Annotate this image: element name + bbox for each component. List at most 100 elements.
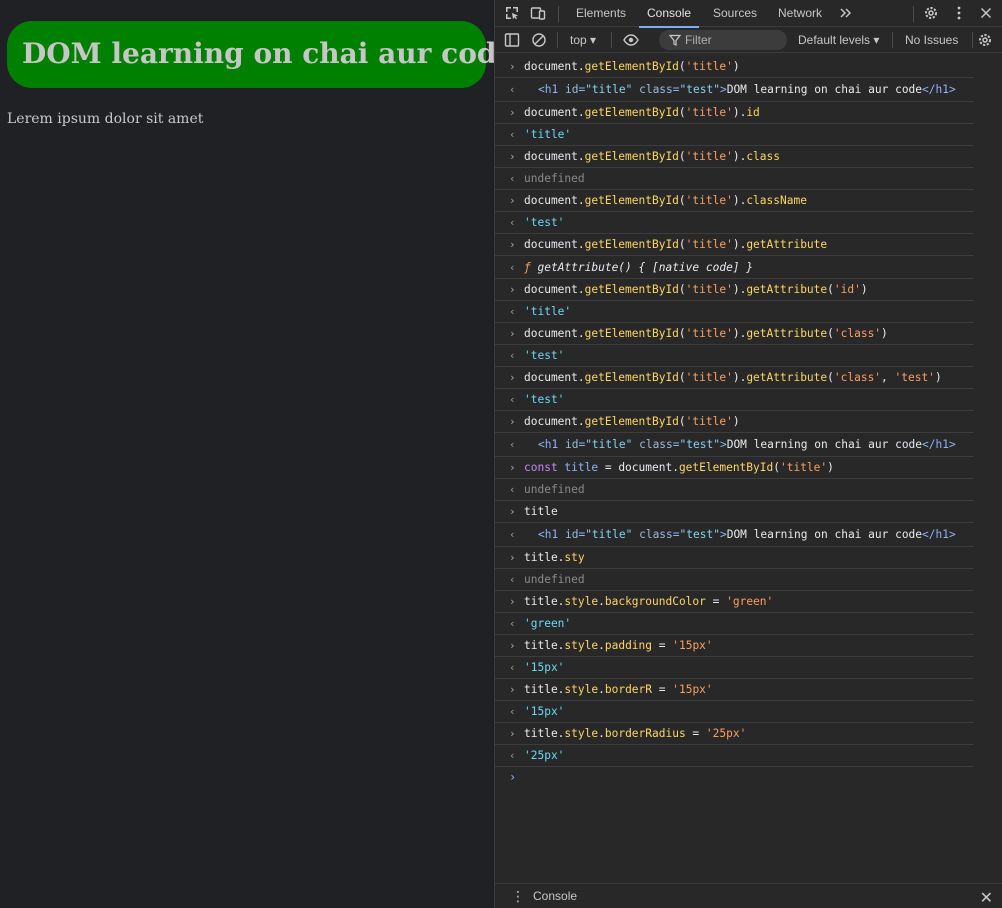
console-input-row: › document.getElementById('title') bbox=[495, 411, 974, 433]
console-code: undefined bbox=[524, 483, 585, 496]
tab-network[interactable]: Network bbox=[778, 0, 822, 27]
console-code: title.sty bbox=[524, 551, 585, 564]
clear-console-icon[interactable] bbox=[531, 32, 547, 48]
console-log: › document.getElementById('title') ‹ <h1 id… bbox=[495, 56, 1002, 789]
console-prompt[interactable]: › bbox=[495, 767, 974, 789]
console-code: document.getElementById('title') bbox=[524, 60, 740, 73]
output-arrow-icon: ‹ bbox=[509, 617, 516, 630]
console-code: title bbox=[524, 505, 558, 518]
console-code: 'title' bbox=[524, 305, 572, 318]
console-code: title.style.backgroundColor = 'green' bbox=[524, 595, 774, 608]
input-prompt-icon: › bbox=[509, 683, 516, 696]
console-output-row: ‹ '25px' bbox=[495, 745, 974, 767]
output-arrow-icon: ‹ bbox=[509, 305, 516, 318]
input-prompt-icon: › bbox=[509, 415, 516, 428]
console-code: 'title' bbox=[524, 128, 572, 141]
filter-input[interactable] bbox=[685, 30, 781, 50]
input-prompt-icon: › bbox=[509, 461, 516, 474]
tab-elements[interactable]: Elements bbox=[576, 0, 626, 27]
console-code: document.getElementById('title').getAttr… bbox=[524, 327, 888, 340]
console-input-row: › document.getElementById('title') bbox=[495, 56, 974, 78]
console-toolbar: top ▾ Default levels ▾ No Issues bbox=[495, 28, 1002, 53]
devtools-tabbar: Elements Console Sources Network bbox=[495, 0, 1002, 28]
console-settings-gear-icon[interactable] bbox=[977, 32, 993, 48]
console-code: undefined bbox=[524, 573, 585, 586]
filter-icon bbox=[669, 34, 681, 46]
page-heading: DOM learning on chai aur code bbox=[7, 21, 514, 88]
log-levels-dropdown[interactable]: Default levels ▾ bbox=[798, 28, 879, 53]
drawer-tab-console[interactable]: Console bbox=[533, 884, 577, 908]
console-output-row: ‹ undefined bbox=[495, 168, 974, 190]
page-paragraph: Lerem ipsum dolor sit amet bbox=[7, 111, 204, 127]
drawer-menu-icon[interactable]: ⋮ bbox=[511, 889, 525, 905]
console-output-row[interactable]: ‹ <h1 id="title" class="test">DOM learnin… bbox=[495, 433, 974, 457]
console-code: document.getElementById('title').id bbox=[524, 106, 760, 119]
console-input-row: › document.getElementById('title').getAtt… bbox=[495, 234, 974, 256]
input-prompt-icon: › bbox=[509, 150, 516, 163]
input-prompt-icon: › bbox=[509, 727, 516, 740]
console-input-row: › title.style.backgroundColor = 'green' bbox=[495, 591, 974, 613]
console-code: <h1 id="title" class="test">DOM learning… bbox=[538, 528, 956, 541]
output-arrow-icon: ‹ bbox=[509, 128, 516, 141]
device-toolbar-icon[interactable] bbox=[530, 5, 546, 21]
output-arrow-icon: ‹ bbox=[509, 573, 516, 586]
console-output-row: ‹ ƒ getAttribute() { [native code] } bbox=[495, 256, 974, 279]
devtools-panel: Elements Console Sources Network top ▾ F… bbox=[494, 0, 1002, 908]
console-code: document.getElementById('title').getAttr… bbox=[524, 371, 942, 384]
output-arrow-icon: ‹ bbox=[509, 483, 516, 496]
console-input-row: › document.getElementById('title').getAtt… bbox=[495, 367, 974, 389]
tab-sources[interactable]: Sources bbox=[713, 0, 757, 27]
console-code: title.style.borderRadius = '25px' bbox=[524, 727, 747, 740]
output-arrow-icon: ‹ bbox=[509, 749, 516, 762]
input-prompt-icon: › bbox=[509, 194, 516, 207]
output-arrow-icon: ‹ bbox=[509, 216, 516, 229]
console-output-row: ‹ undefined bbox=[495, 569, 974, 591]
console-output-row: ‹ '15px' bbox=[495, 701, 974, 723]
output-arrow-icon: ‹ bbox=[509, 261, 516, 274]
input-prompt-icon: › bbox=[509, 106, 516, 119]
console-output-row: ‹ 'title' bbox=[495, 124, 974, 146]
console-input-row: › title.sty bbox=[495, 547, 974, 569]
live-expression-eye-icon[interactable] bbox=[623, 32, 639, 48]
tab-console[interactable]: Console bbox=[638, 0, 700, 28]
filter-box bbox=[659, 30, 787, 50]
console-output-row[interactable]: ‹ <h1 id="title" class="test">DOM learnin… bbox=[495, 78, 974, 102]
console-code: document.getElementById('title') bbox=[524, 415, 740, 428]
context-selector[interactable]: top ▾ bbox=[570, 28, 596, 53]
console-code: document.getElementById('title').getAttr… bbox=[524, 238, 828, 251]
console-output-row[interactable]: ‹ <h1 id="title" class="test">DOM learnin… bbox=[495, 523, 974, 547]
console-code: '15px' bbox=[524, 661, 565, 674]
console-output-row: ‹ undefined bbox=[495, 479, 974, 501]
output-arrow-icon: ‹ bbox=[509, 393, 516, 406]
console-output-row: ‹ 'green' bbox=[495, 613, 974, 635]
console-input-row: › document.getElementById('title').id bbox=[495, 102, 974, 124]
console-code: const title = document.getElementById('t… bbox=[524, 461, 834, 474]
settings-gear-icon[interactable] bbox=[923, 5, 939, 21]
input-prompt-icon: › bbox=[509, 327, 516, 340]
console-code: '15px' bbox=[524, 705, 565, 718]
issues-button[interactable]: No Issues bbox=[905, 28, 958, 53]
chevron-double-right-icon[interactable] bbox=[838, 5, 854, 21]
console-code: <h1 id="title" class="test">DOM learning… bbox=[538, 83, 956, 96]
output-arrow-icon: ‹ bbox=[509, 83, 516, 96]
input-prompt-icon: › bbox=[509, 595, 516, 608]
close-drawer-icon[interactable]: ✕ bbox=[980, 888, 993, 907]
output-arrow-icon: ‹ bbox=[509, 438, 516, 451]
console-code: document.getElementById('title').getAttr… bbox=[524, 283, 868, 296]
console-input-row: › title.style.borderRadius = '25px' bbox=[495, 723, 974, 745]
input-prompt-icon: › bbox=[509, 371, 516, 384]
console-input-row: › document.getElementById('title').getAtt… bbox=[495, 323, 974, 345]
inspect-element-icon[interactable] bbox=[504, 5, 520, 21]
console-code: 'green' bbox=[524, 617, 572, 630]
console-code: 'test' bbox=[524, 216, 565, 229]
console-code: '25px' bbox=[524, 749, 565, 762]
output-arrow-icon: ‹ bbox=[509, 172, 516, 185]
input-prompt-icon: › bbox=[509, 505, 516, 518]
more-options-icon[interactable] bbox=[951, 5, 967, 21]
console-output-row: ‹ 'test' bbox=[495, 389, 974, 411]
console-output-row: ‹ 'test' bbox=[495, 212, 974, 234]
close-devtools-icon[interactable] bbox=[978, 5, 994, 21]
output-arrow-icon: ‹ bbox=[509, 349, 516, 362]
sidebar-toggle-icon[interactable] bbox=[504, 32, 520, 48]
console-output-row: ‹ '15px' bbox=[495, 657, 974, 679]
